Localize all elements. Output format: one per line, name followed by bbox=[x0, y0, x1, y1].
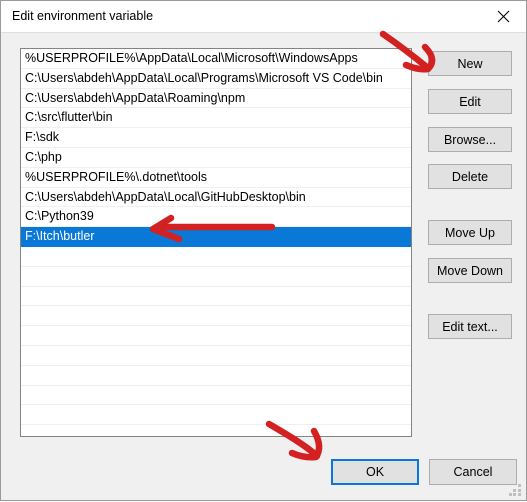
list-item-empty[interactable] bbox=[21, 306, 411, 327]
move-down-button[interactable]: Move Down bbox=[428, 258, 512, 283]
list-item[interactable]: F:\sdk bbox=[21, 128, 411, 148]
list-item-empty[interactable] bbox=[21, 326, 411, 346]
list-item[interactable]: %USERPROFILE%\.dotnet\tools bbox=[21, 168, 411, 188]
list-item-empty[interactable] bbox=[21, 247, 411, 267]
list-item[interactable]: C:\src\flutter\bin bbox=[21, 108, 411, 129]
list-item-empty[interactable] bbox=[21, 366, 411, 386]
close-button[interactable] bbox=[481, 1, 526, 31]
dialog-title: Edit environment variable bbox=[12, 9, 154, 23]
edit-environment-variable-dialog: Edit environment variable %USERPROFILE%\… bbox=[0, 0, 527, 501]
edit-text-button[interactable]: Edit text... bbox=[428, 314, 512, 339]
list-item-empty[interactable] bbox=[21, 405, 411, 426]
list-item-empty[interactable] bbox=[21, 287, 411, 307]
edit-button[interactable]: Edit bbox=[428, 89, 512, 114]
list-item[interactable]: C:\Users\abdeh\AppData\Local\Programs\Mi… bbox=[21, 69, 411, 89]
list-item[interactable]: C:\Users\abdeh\AppData\Roaming\npm bbox=[21, 89, 411, 109]
cancel-button[interactable]: Cancel bbox=[429, 459, 517, 485]
list-item[interactable]: F:\Itch\butler bbox=[21, 227, 411, 247]
path-list[interactable]: %USERPROFILE%\AppData\Local\Microsoft\Wi… bbox=[20, 48, 412, 437]
list-item-empty[interactable] bbox=[21, 386, 411, 406]
title-bar: Edit environment variable bbox=[1, 1, 526, 33]
list-item[interactable]: C:\Python39 bbox=[21, 207, 411, 228]
ok-button[interactable]: OK bbox=[331, 459, 419, 485]
list-item-empty[interactable] bbox=[21, 267, 411, 287]
list-item-empty[interactable] bbox=[21, 346, 411, 366]
resize-grip[interactable] bbox=[509, 484, 522, 497]
browse-button[interactable]: Browse... bbox=[428, 127, 512, 152]
new-button[interactable]: New bbox=[428, 51, 512, 76]
close-icon bbox=[497, 10, 510, 23]
list-item[interactable]: C:\php bbox=[21, 148, 411, 168]
delete-button[interactable]: Delete bbox=[428, 164, 512, 189]
move-up-button[interactable]: Move Up bbox=[428, 220, 512, 245]
list-item[interactable]: C:\Users\abdeh\AppData\Local\GitHubDeskt… bbox=[21, 188, 411, 208]
list-item[interactable]: %USERPROFILE%\AppData\Local\Microsoft\Wi… bbox=[21, 49, 411, 69]
